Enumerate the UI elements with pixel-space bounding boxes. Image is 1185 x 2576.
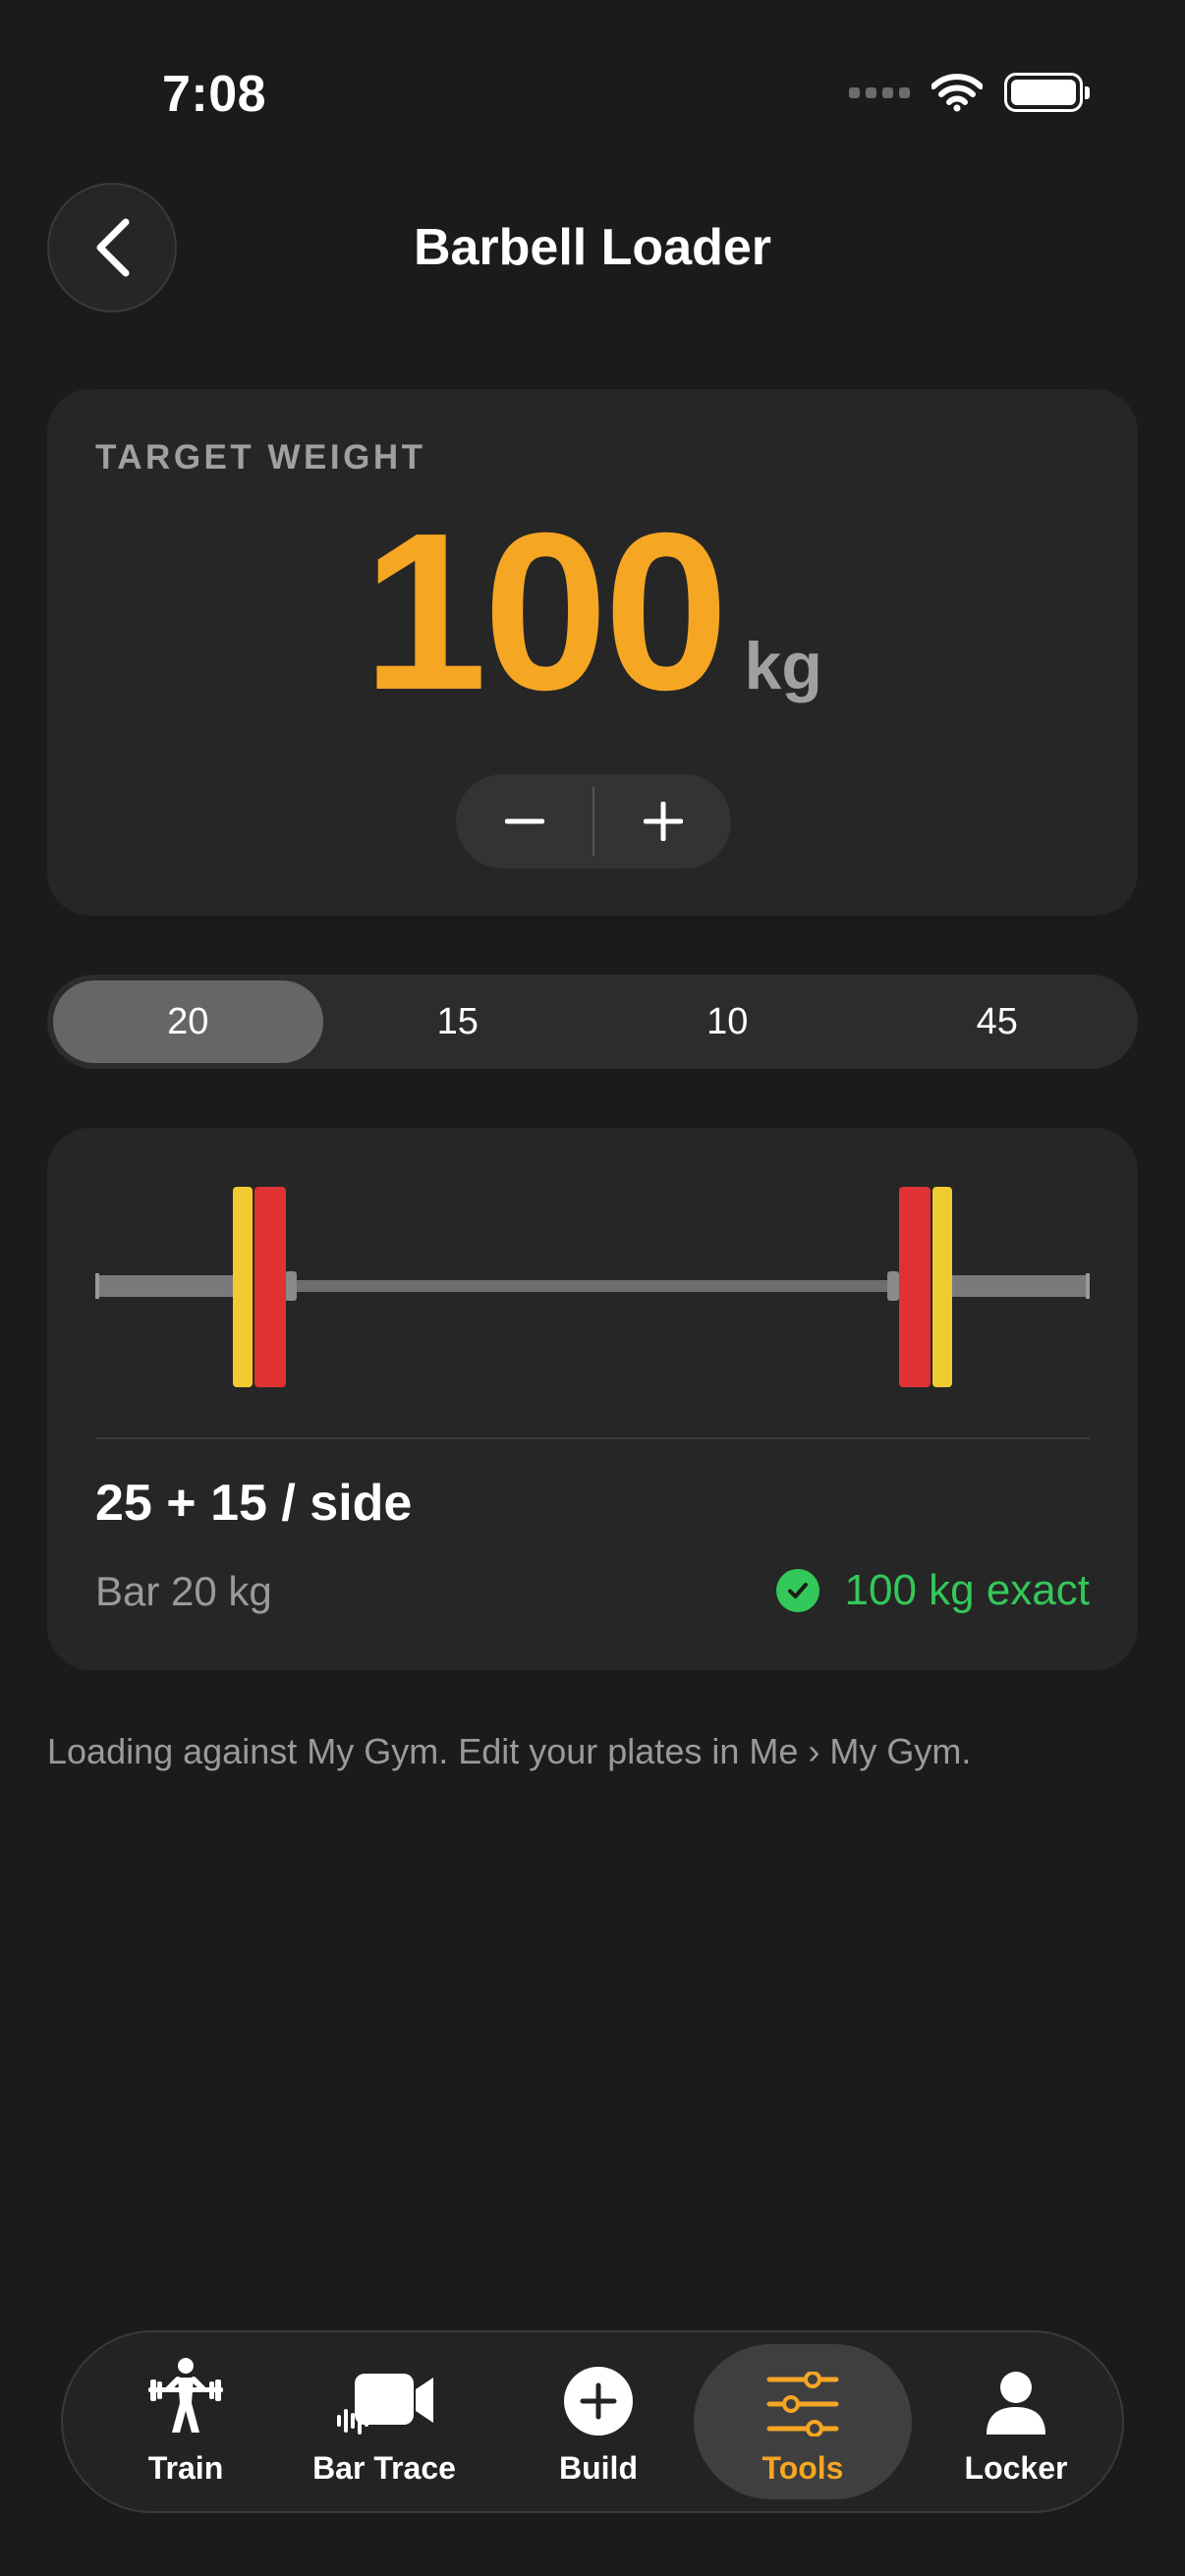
bar-option-45[interactable]: 45 — [863, 980, 1133, 1063]
person-icon — [987, 2371, 1045, 2435]
tab-bar: Train Bar Trace Build Tools Locker — [61, 2330, 1124, 2513]
target-weight-unit: kg — [744, 629, 822, 703]
tab-tools-label: Tools — [762, 2449, 844, 2486]
status-icons — [849, 73, 1090, 112]
bar-option-10[interactable]: 10 — [592, 980, 863, 1063]
tab-train-label: Train — [147, 2449, 224, 2486]
tab-build-label: Build — [559, 2449, 638, 2486]
wifi-icon — [931, 74, 983, 112]
loadout-divider — [95, 1437, 1090, 1439]
increment-button[interactable] — [594, 774, 731, 868]
lifter-icon — [148, 2357, 223, 2433]
target-weight-label: TARGET WEIGHT — [95, 438, 426, 476]
exact-match-status: 100 kg exact — [775, 1566, 1091, 1615]
plates-per-side: 25 + 15 / side — [95, 1475, 413, 1532]
video-camera-icon — [337, 2373, 433, 2435]
plus-icon — [643, 802, 683, 841]
right-collar — [887, 1271, 899, 1301]
plate-15-left — [233, 1187, 253, 1387]
target-weight-card: TARGET WEIGHT 100 kg — [47, 389, 1138, 916]
bar-weight-selector: 20 15 10 45 — [47, 975, 1138, 1069]
cellular-signal-icon — [849, 86, 910, 98]
minus-icon — [504, 818, 544, 824]
check-circle-icon — [775, 1569, 819, 1612]
bar-option-20[interactable]: 20 — [53, 980, 323, 1063]
plus-circle-icon — [564, 2366, 633, 2436]
left-sleeve — [95, 1275, 243, 1297]
barbell-diagram — [95, 1187, 1090, 1387]
tab-locker-label: Locker — [964, 2449, 1068, 2486]
weight-stepper — [456, 774, 731, 868]
tab-train[interactable]: Train — [122, 2332, 250, 2511]
target-weight-value[interactable]: 100 — [363, 499, 728, 725]
battery-icon — [1004, 73, 1090, 112]
left-collar — [285, 1271, 297, 1301]
page-title: Barbell Loader — [413, 219, 772, 276]
tab-bar-trace-label: Bar Trace — [312, 2449, 456, 2486]
exact-match-text: 100 kg exact — [844, 1566, 1091, 1614]
decrement-button[interactable] — [456, 774, 592, 868]
right-sleeve — [941, 1275, 1090, 1297]
tab-bar-trace[interactable]: Bar Trace — [310, 2332, 458, 2511]
tab-build[interactable]: Build — [535, 2332, 662, 2511]
plate-15-right — [932, 1187, 952, 1387]
plate-25-right — [899, 1187, 931, 1387]
gym-footnote: Loading against My Gym. Edit your plates… — [47, 1731, 972, 1771]
target-weight-display: 100 kg — [47, 499, 1138, 725]
screen: 7:08 Barbell Loader TARGET WEIGHT 100kg — [0, 0, 1185, 2576]
sliders-icon — [766, 2371, 839, 2436]
barbell-loadout-card: 25 + 15 / side Bar 20 kg 100 kg exact — [47, 1128, 1138, 1670]
plate-25-left — [254, 1187, 286, 1387]
bar-option-15[interactable]: 15 — [323, 980, 593, 1063]
status-time: 7:08 — [162, 66, 267, 123]
tab-locker[interactable]: Locker — [952, 2332, 1080, 2511]
bar-shaft — [293, 1280, 892, 1292]
bar-weight-text: Bar 20 kg — [95, 1568, 272, 1614]
tab-tools[interactable]: Tools — [694, 2344, 912, 2499]
